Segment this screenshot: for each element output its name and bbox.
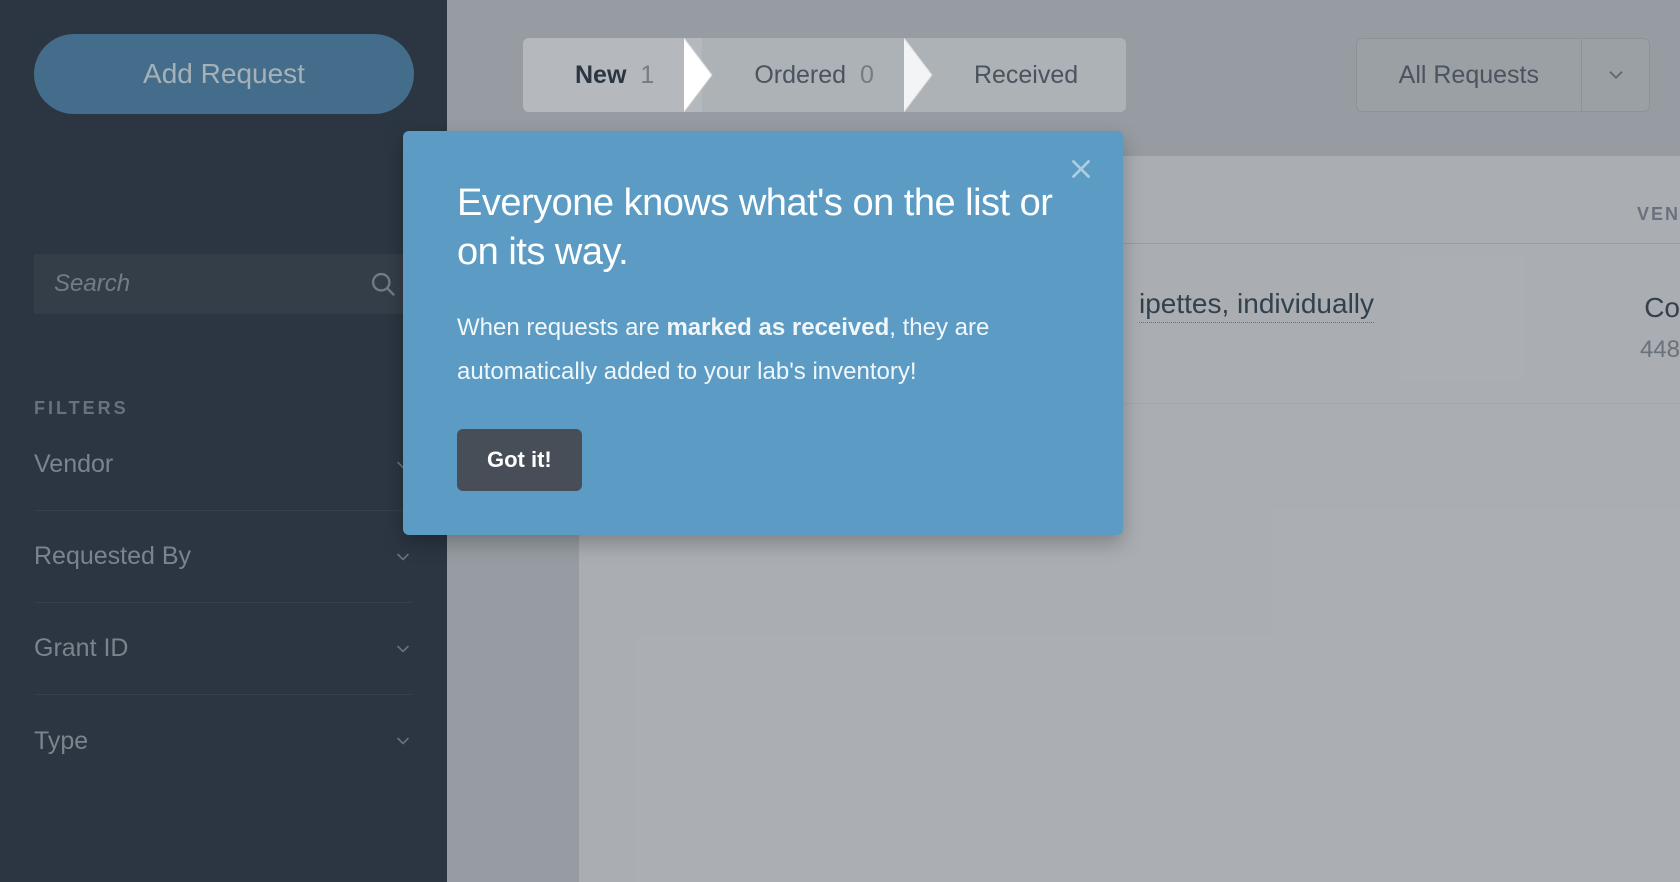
popover-body: When requests are marked as received, th… — [457, 306, 1069, 395]
onboarding-popover: Everyone knows what's on the list or on … — [403, 131, 1123, 535]
got-it-button[interactable]: Got it! — [457, 429, 582, 491]
close-button[interactable] — [1063, 151, 1099, 187]
popover-title: Everyone knows what's on the list or on … — [457, 179, 1069, 278]
popover-body-pre: When requests are — [457, 314, 666, 341]
popover-body-strong: marked as received — [666, 314, 889, 341]
